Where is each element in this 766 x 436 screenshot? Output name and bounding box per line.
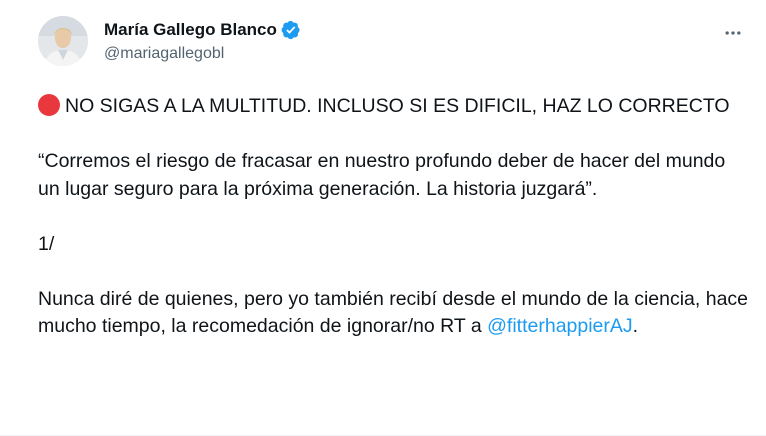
mention-link[interactable]: @fitterhappierAJ xyxy=(487,315,633,337)
author-identity: María Gallego Blanco @mariagallegobl xyxy=(104,19,301,63)
avatar[interactable] xyxy=(38,16,88,66)
tweet-header: María Gallego Blanco @mariagallegobl xyxy=(38,16,750,68)
more-options-button[interactable] xyxy=(716,16,750,50)
tweet-paragraph-4: Nunca diré de quienes, pero yo también r… xyxy=(38,286,750,341)
tweet-text: NO SIGAS A LA MULTITUD. INCLUSO SI ES DI… xyxy=(38,93,750,341)
verified-badge-icon[interactable] xyxy=(281,20,301,40)
profile-photo-icon xyxy=(38,16,88,66)
tweet-paragraph-4-end: . xyxy=(632,315,639,337)
tweet-card[interactable]: María Gallego Blanco @mariagallegobl NO … xyxy=(0,0,766,436)
tweet-paragraph-1-text: NO SIGAS A LA MULTITUD. INCLUSO SI ES DI… xyxy=(65,95,730,117)
tweet-paragraph-2: “Corremos el riesgo de fracasar en nuest… xyxy=(38,150,726,200)
author-display-name[interactable]: María Gallego Blanco xyxy=(104,20,277,40)
tweet-paragraph-1: NO SIGAS A LA MULTITUD. INCLUSO SI ES DI… xyxy=(38,93,750,121)
tweet-paragraph-4-text: Nunca diré de quienes, pero yo también r… xyxy=(38,287,749,338)
more-options-icon xyxy=(725,31,741,35)
tweet-paragraph-3: 1/ xyxy=(38,232,55,255)
red-circle-emoji-icon xyxy=(38,94,60,116)
author-handle[interactable]: @mariagallegobl xyxy=(104,45,301,63)
name-row: María Gallego Blanco xyxy=(104,19,301,41)
